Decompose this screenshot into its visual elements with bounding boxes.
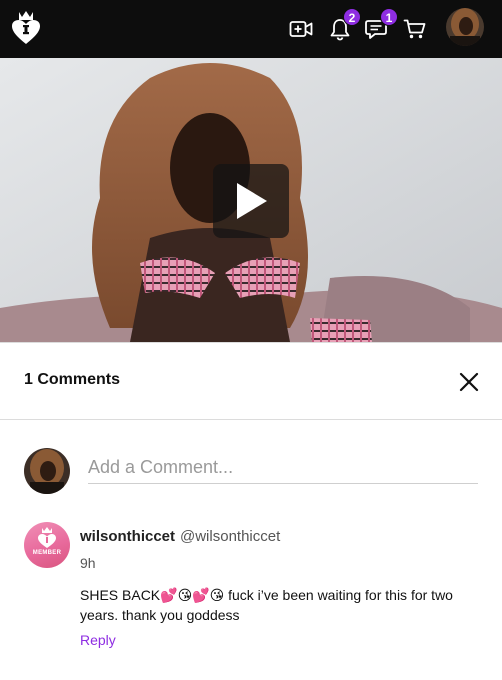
notifications-badge: 2 bbox=[343, 8, 361, 26]
current-user-avatar bbox=[24, 448, 70, 494]
bell-icon[interactable]: 2 bbox=[325, 8, 361, 44]
comment-input[interactable] bbox=[88, 452, 478, 484]
profile-avatar[interactable] bbox=[446, 8, 484, 46]
comments-header: 1 Comments bbox=[0, 342, 502, 420]
member-avatar[interactable]: MEMBER bbox=[24, 522, 70, 568]
comment-username[interactable]: wilsonthiccet bbox=[80, 528, 175, 545]
play-button[interactable] bbox=[213, 164, 289, 238]
comment-text: SHES BACK💕😘💕😘 fuck i’ve been waiting for… bbox=[80, 587, 453, 623]
chat-icon[interactable]: 1 bbox=[362, 8, 398, 44]
crown-heart-logo[interactable] bbox=[10, 10, 42, 46]
reply-button[interactable]: Reply bbox=[80, 632, 116, 648]
video-player[interactable] bbox=[0, 58, 502, 342]
member-label: MEMBER bbox=[32, 550, 62, 556]
add-video-icon[interactable] bbox=[286, 14, 316, 44]
comment-time: 9h bbox=[80, 555, 96, 571]
comments-title: 1 Comments bbox=[24, 371, 121, 388]
top-nav-bar: 2 1 bbox=[0, 0, 502, 58]
member-badge-icon bbox=[38, 527, 56, 548]
comment-handle[interactable]: @wilsonthiccet bbox=[180, 528, 280, 545]
cart-icon[interactable] bbox=[400, 14, 430, 44]
close-icon[interactable] bbox=[456, 369, 482, 395]
messages-badge: 1 bbox=[380, 8, 398, 26]
play-icon bbox=[237, 183, 267, 219]
